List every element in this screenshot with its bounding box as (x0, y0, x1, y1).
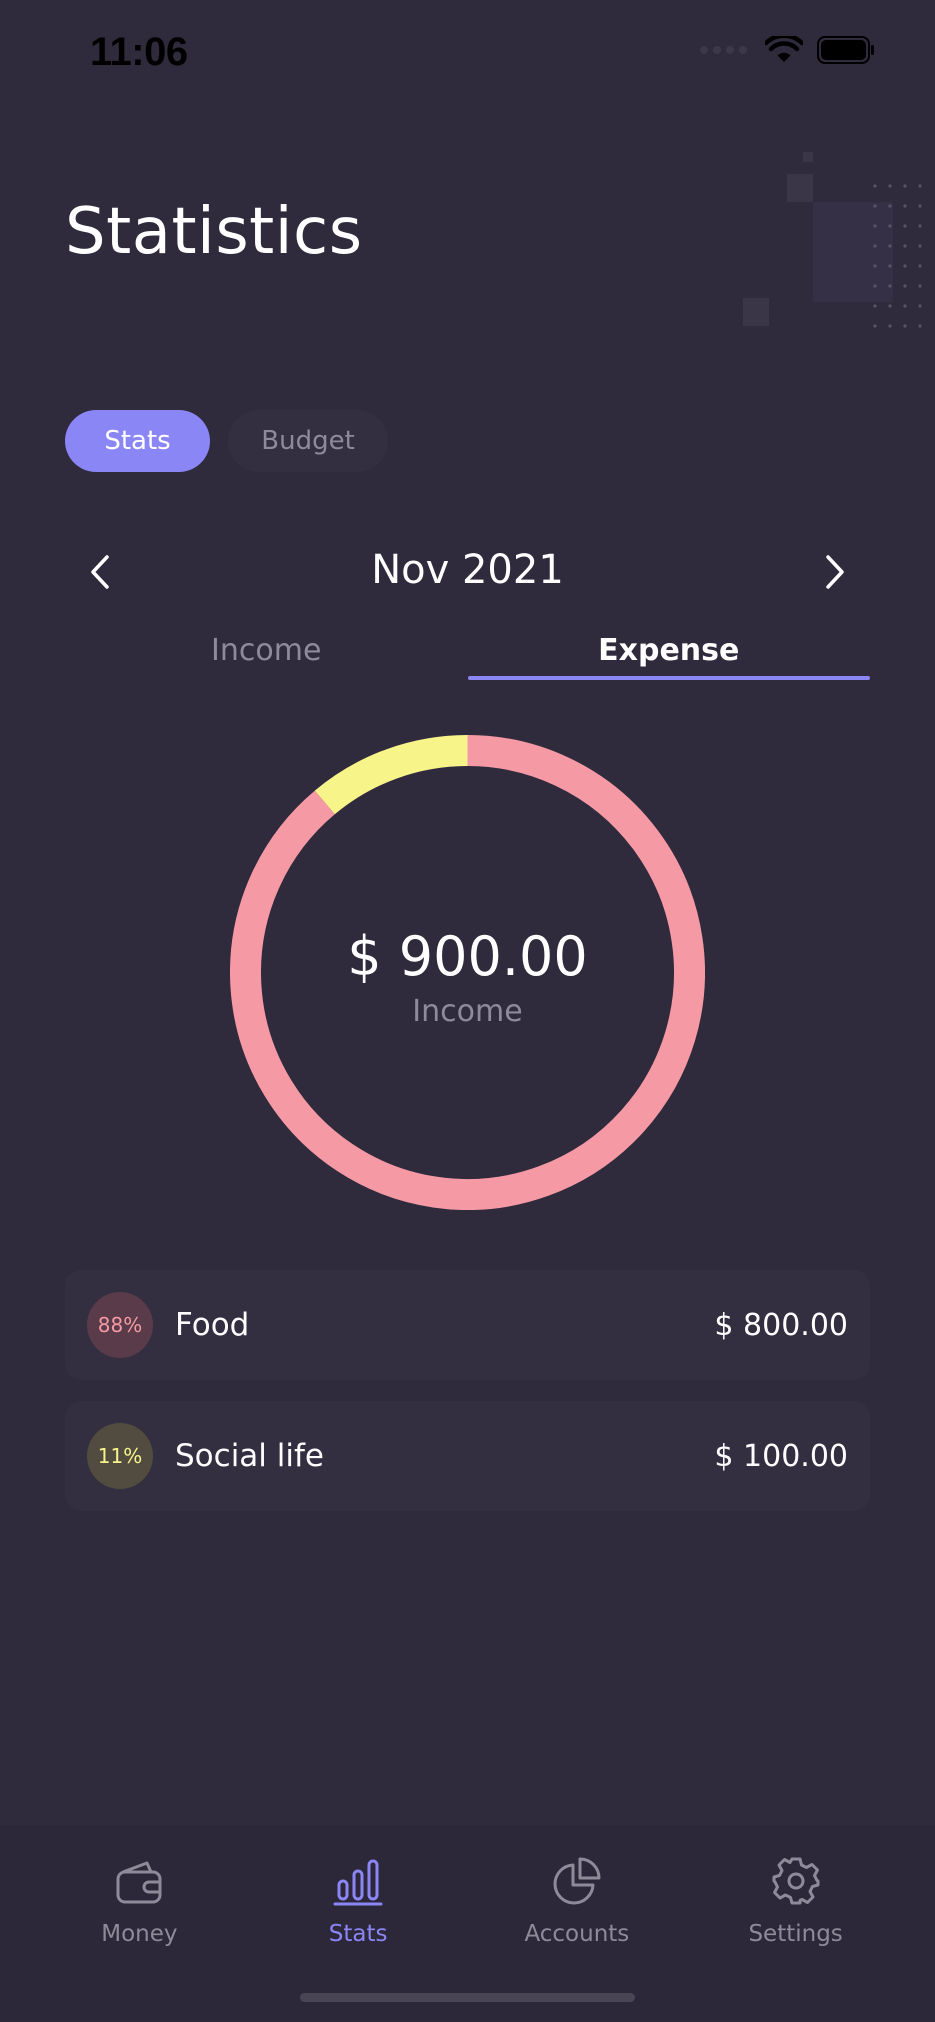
stats-segment-button[interactable]: Stats (65, 410, 210, 472)
wifi-icon (765, 36, 803, 62)
home-indicator (300, 1993, 635, 2002)
cellular-signal-icon (700, 46, 747, 54)
nav-label-accounts: Accounts (524, 1921, 630, 1947)
wallet-icon (116, 1861, 162, 1904)
budget-segment-button[interactable]: Budget (228, 410, 388, 472)
category-name: Food (175, 1307, 250, 1343)
page-title: Statistics (65, 195, 363, 269)
nav-item-settings[interactable]: Settings (716, 1855, 876, 2022)
month-navigator: Nov 2021 (65, 535, 870, 610)
list-item[interactable]: 88% Food $ 800.00 (65, 1270, 870, 1380)
tab-expense[interactable]: Expense (467, 625, 871, 680)
chevron-right-icon (826, 555, 844, 589)
category-amount: $ 100.00 (714, 1438, 848, 1474)
nav-label-money: Money (101, 1921, 178, 1947)
gear-icon (772, 1857, 820, 1905)
donut-slice-social-life (314, 735, 468, 815)
donut-chart: $ 900.00 Income (230, 735, 705, 1210)
percent-badge: 11% (87, 1423, 153, 1489)
bar-chart-icon (333, 1859, 383, 1906)
status-icons (700, 36, 875, 64)
tab-income[interactable]: Income (65, 625, 468, 680)
nav-label-settings: Settings (748, 1921, 843, 1947)
decorative-pattern (743, 152, 922, 328)
category-name: Social life (175, 1438, 324, 1474)
status-time: 11:06 (90, 30, 188, 74)
donut-center: $ 900.00 Income (230, 925, 705, 1029)
current-month-label: Nov 2021 (371, 547, 564, 593)
next-month-button[interactable] (810, 547, 860, 597)
status-bar: 11:06 (0, 0, 935, 105)
type-tabs: Income Expense (65, 625, 870, 680)
battery-icon (817, 36, 874, 64)
total-label: Income (412, 994, 523, 1029)
list-item[interactable]: 11% Social life $ 100.00 (65, 1401, 870, 1511)
segment-control: Stats Budget (65, 410, 388, 472)
nav-label-stats: Stats (328, 1921, 388, 1947)
total-amount: $ 900.00 (347, 925, 588, 988)
percent-badge: 88% (87, 1292, 153, 1358)
pie-chart-icon (553, 1857, 601, 1905)
nav-item-money[interactable]: Money (59, 1855, 219, 2022)
category-list: 88% Food $ 800.00 11% Social life $ 100.… (65, 1270, 870, 1532)
category-amount: $ 800.00 (714, 1307, 848, 1343)
